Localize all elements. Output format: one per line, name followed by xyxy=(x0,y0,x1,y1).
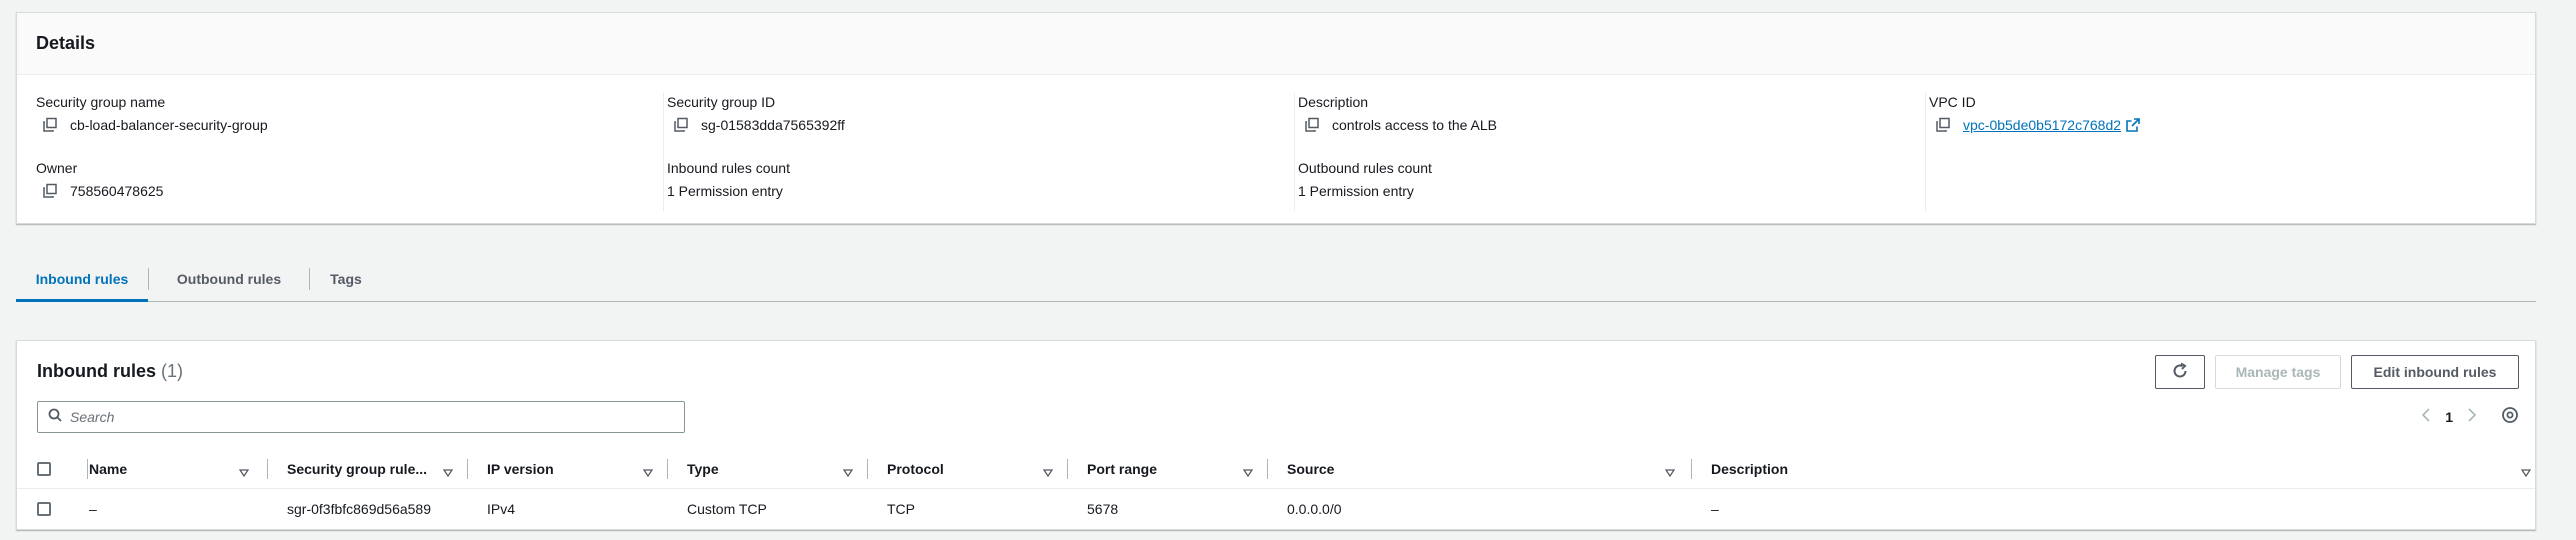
column-divider xyxy=(663,93,664,211)
table-header-row: Name Security group rule... IP version T… xyxy=(17,449,2535,489)
details-header: Details xyxy=(17,13,2535,75)
column-header-protocol[interactable]: Protocol xyxy=(887,449,1054,489)
rules-header: Inbound rules (1) xyxy=(37,361,183,382)
column-separator xyxy=(87,459,88,479)
tab-tags[interactable]: Tags xyxy=(310,256,382,301)
column-separator xyxy=(867,459,868,479)
outbound-count-value: 1 Permission entry xyxy=(1298,183,1414,199)
outbound-count-field: Outbound rules count 1 Permission entry xyxy=(1298,159,1432,200)
owner-label: Owner xyxy=(36,160,78,176)
description-value: controls access to the ALB xyxy=(1332,117,1497,133)
manage-tags-button[interactable]: Manage tags xyxy=(2215,355,2341,389)
cell-ip-version: IPv4 xyxy=(487,501,516,517)
column-header-ip-version[interactable]: IP version xyxy=(487,449,654,489)
outbound-count-label: Outbound rules count xyxy=(1298,160,1432,176)
inbound-count-label: Inbound rules count xyxy=(667,160,790,176)
copy-icon[interactable] xyxy=(1935,117,1951,133)
settings-icon[interactable] xyxy=(2501,406,2519,429)
inbound-count-value: 1 Permission entry xyxy=(667,183,783,199)
rules-table: Name Security group rule... IP version T… xyxy=(17,449,2535,529)
sg-name-label: Security group name xyxy=(36,94,166,110)
inbound-rules-panel: Inbound rules (1) Manage tags Edit inbou… xyxy=(16,340,2536,530)
rules-count: (1) xyxy=(161,361,184,381)
edit-inbound-rules-button[interactable]: Edit inbound rules xyxy=(2351,355,2519,389)
details-panel: Details Security group name cb-load-bala… xyxy=(16,12,2536,224)
cell-name: – xyxy=(89,501,97,517)
column-separator xyxy=(1067,459,1068,479)
owner-field: Owner 758560478625 xyxy=(36,159,163,200)
copy-icon[interactable] xyxy=(42,183,58,199)
column-header-label: Port range xyxy=(1087,461,1158,477)
rules-title: Inbound rules xyxy=(37,361,156,381)
column-separator xyxy=(667,459,668,479)
column-divider xyxy=(1294,93,1295,211)
search-input[interactable] xyxy=(70,409,670,425)
column-header-name[interactable]: Name xyxy=(89,449,250,489)
chevron-right-icon[interactable] xyxy=(2467,407,2477,428)
tabs-bar: Inbound rules Outbound rules Tags xyxy=(16,256,2536,302)
cell-description: – xyxy=(1711,501,1719,517)
vpc-id-label: VPC ID xyxy=(1929,94,1976,110)
vpc-id-field: VPC ID vpc-0b5de0b5172c768d2 xyxy=(1929,93,2140,134)
column-divider xyxy=(1925,93,1926,211)
sort-caret-icon xyxy=(2520,464,2532,480)
details-title: Details xyxy=(36,33,96,53)
page-number[interactable]: 1 xyxy=(2445,409,2453,425)
column-header-type[interactable]: Type xyxy=(687,449,854,489)
column-header-source[interactable]: Source xyxy=(1287,449,1676,489)
pagination: 1 xyxy=(2421,405,2519,429)
external-link-icon[interactable] xyxy=(2126,118,2140,132)
table-row[interactable]: – sgr-0f3fbfc869d56a589 IPv4 Custom TCP … xyxy=(17,489,2535,529)
cell-source: 0.0.0.0/0 xyxy=(1287,501,1342,517)
search-field[interactable] xyxy=(37,401,685,433)
column-header-label: Name xyxy=(89,461,128,477)
sg-id-field: Security group ID sg-01583dda7565392ff xyxy=(667,93,845,134)
tab-inbound-rules[interactable]: Inbound rules xyxy=(16,256,148,302)
copy-icon[interactable] xyxy=(1304,117,1320,133)
column-separator xyxy=(1691,459,1692,479)
column-separator xyxy=(1267,459,1268,479)
sg-name-value: cb-load-balancer-security-group xyxy=(70,117,268,133)
column-header-label: Source xyxy=(1287,461,1335,477)
column-header-label: Description xyxy=(1711,461,1789,477)
vpc-id-link[interactable]: vpc-0b5de0b5172c768d2 xyxy=(1963,116,2121,134)
cell-protocol: TCP xyxy=(887,501,915,517)
sort-caret-icon xyxy=(1664,464,1676,480)
column-separator xyxy=(267,459,268,479)
refresh-icon xyxy=(2171,362,2189,383)
description-label: Description xyxy=(1298,94,1369,110)
row-checkbox[interactable] xyxy=(37,489,51,529)
copy-icon[interactable] xyxy=(673,117,689,133)
copy-icon[interactable] xyxy=(42,117,58,133)
description-field: Description controls access to the ALB xyxy=(1298,93,1497,134)
select-all-checkbox[interactable] xyxy=(37,449,51,489)
sg-name-field: Security group name cb-load-balancer-sec… xyxy=(36,93,268,134)
sort-caret-icon xyxy=(1242,464,1254,480)
inbound-count-field: Inbound rules count 1 Permission entry xyxy=(667,159,790,200)
search-icon xyxy=(48,408,62,427)
column-header-port-range[interactable]: Port range xyxy=(1087,449,1254,489)
column-header-label: Type xyxy=(687,461,719,477)
sort-caret-icon xyxy=(642,464,654,480)
cell-type: Custom TCP xyxy=(687,501,767,517)
sg-id-label: Security group ID xyxy=(667,94,776,110)
cell-rule-id: sgr-0f3fbfc869d56a589 xyxy=(287,501,431,517)
sort-caret-icon xyxy=(842,464,854,480)
sort-caret-icon xyxy=(1042,464,1054,480)
column-header-label: Security group rule... xyxy=(287,461,428,477)
column-header-label: Protocol xyxy=(887,461,944,477)
cell-port-range: 5678 xyxy=(1087,501,1119,517)
sg-id-value: sg-01583dda7565392ff xyxy=(701,117,845,133)
column-header-label: IP version xyxy=(487,461,554,477)
tab-outbound-rules[interactable]: Outbound rules xyxy=(149,256,309,301)
sort-caret-icon xyxy=(442,464,454,480)
sort-caret-icon xyxy=(238,464,250,480)
refresh-button[interactable] xyxy=(2155,355,2205,389)
column-separator xyxy=(467,459,468,479)
column-header-rule-id[interactable]: Security group rule... xyxy=(287,449,454,489)
chevron-left-icon[interactable] xyxy=(2421,407,2431,428)
column-header-description[interactable]: Description xyxy=(1711,449,2535,489)
owner-value: 758560478625 xyxy=(70,183,164,199)
